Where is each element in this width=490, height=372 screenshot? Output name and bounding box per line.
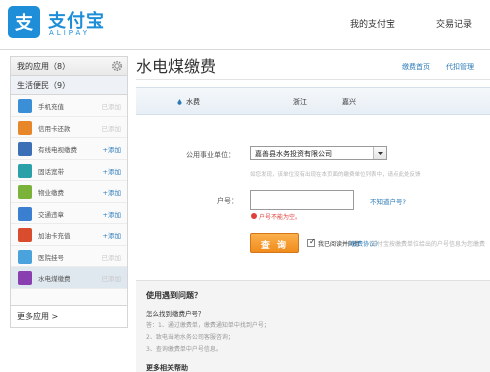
bill-type-selector[interactable]: 水费: [186, 97, 200, 107]
added-status: 已添加: [101, 124, 122, 133]
dropdown-arrow[interactable]: [373, 147, 386, 159]
sidebar-item-label: 固话宽带: [38, 167, 64, 176]
sidebar-item-cable-tv[interactable]: 有线电视缴费 +添加: [11, 138, 127, 160]
page-title: 水电煤缴费: [136, 57, 217, 76]
company-select[interactable]: 嘉善县水务投资有限公司: [250, 146, 387, 160]
sidebar-my-apps-header[interactable]: 我的应用（8）: [11, 57, 127, 76]
sidebar-item-property[interactable]: 物业缴费 +添加: [11, 181, 127, 203]
sidebar-item-fuel-card[interactable]: 加油卡充值 +添加: [11, 224, 127, 246]
unknown-account-link[interactable]: 不知道户号?: [370, 196, 406, 206]
svg-text:支: 支: [14, 12, 34, 34]
faq-panel: 使用遇到问题？ 怎么找到缴费户号？ 答：1、通过缴费单，缴费通知单中找到户号； …: [136, 280, 490, 372]
sidebar-item-hospital[interactable]: 医院挂号 已添加: [11, 246, 127, 267]
added-status: 已添加: [101, 103, 122, 111]
region-selector-bar: 水费 浙江 嘉兴: [136, 87, 490, 115]
account-error: 户号不能为空。: [259, 214, 302, 221]
property-icon: [18, 185, 32, 199]
fuel-card-icon: [18, 228, 32, 242]
sidebar-item-label: 医院挂号: [38, 253, 64, 262]
water-drop-icon: [177, 99, 182, 105]
more-help-link[interactable]: 更多相关帮助: [146, 363, 188, 372]
phone-icon: [18, 99, 32, 113]
sidebar-item-credit-card[interactable]: 信用卡还款 已添加: [11, 117, 127, 138]
sidebar-life-services-header[interactable]: 生活便民（9）: [11, 76, 127, 95]
title-divider: [136, 79, 490, 80]
nav-my-alipay[interactable]: 我的支付宝: [350, 17, 395, 30]
utility-icon: [18, 271, 32, 285]
sidebar-item-label: 手机充值: [38, 103, 64, 111]
faq-answer: 答：1、通过缴费单，缴费通知单中找到户号；: [146, 322, 270, 329]
query-button[interactable]: 查 询: [250, 233, 299, 253]
agreement-hint: 支付宝按缴费单位给出的户号信息为您缴费: [371, 241, 486, 248]
sidebar: 我的应用（8） 生活便民（9） 手机充值 已添加 信用卡还款 已添加 有线电视缴…: [10, 56, 128, 328]
add-app-link[interactable]: +添加: [103, 187, 121, 197]
added-status: 已添加: [101, 275, 122, 283]
add-app-link[interactable]: +添加: [103, 166, 121, 176]
agree-checkbox[interactable]: ✓: [307, 237, 316, 247]
more-apps-link[interactable]: 更多应用 >: [17, 311, 58, 322]
gear-icon[interactable]: [111, 60, 123, 72]
added-status: 已添加: [101, 253, 122, 262]
tv-icon: [18, 142, 32, 156]
broadband-icon: [18, 163, 32, 178]
more-apps-bar: 更多应用 >: [11, 305, 127, 327]
company-hint: 如您发现，该单位没有出现在本页面的缴费单位列表中，请点此处反馈: [250, 172, 421, 178]
faq-answer: 3、查询缴费单中户号信息。: [146, 346, 222, 353]
top-header: 支 支付宝 ALIPAY 我的支付宝 交易记录: [0, 0, 490, 50]
auto-debit-link[interactable]: 代扣管理: [446, 62, 474, 72]
hospital-icon: [18, 249, 32, 264]
check-icon: ✓: [309, 237, 316, 246]
sidebar-item-utility[interactable]: 水电煤缴费 已添加: [11, 267, 127, 289]
sidebar-item-label: 水电煤缴费: [38, 275, 71, 283]
sidebar-item-traffic[interactable]: 交通违章 +添加: [11, 203, 127, 224]
faq-answer: 2、致电当地水务公司客服咨询；: [146, 334, 234, 341]
company-select-value: 嘉善县水务投资有限公司: [255, 150, 332, 158]
sidebar-item-phone-topup[interactable]: 手机充值 已添加: [11, 95, 127, 117]
company-label: 公用事业单位：: [186, 151, 235, 159]
error-icon: [251, 213, 257, 219]
traffic-icon: [18, 206, 32, 221]
add-app-link[interactable]: +添加: [103, 230, 121, 240]
sidebar-item-broadband[interactable]: 固话宽带 +添加: [11, 160, 127, 181]
credit-card-icon: [18, 120, 32, 135]
sidebar-item-label: 有线电视缴费: [38, 146, 77, 154]
alipay-logo[interactable]: 支 支付宝 ALIPAY: [8, 6, 118, 40]
chevron-down-icon: [378, 152, 383, 155]
account-input[interactable]: [250, 190, 354, 210]
faq-title: 使用遇到问题？: [146, 291, 202, 300]
province-selector[interactable]: 浙江: [293, 97, 307, 107]
add-app-link[interactable]: +添加: [103, 209, 121, 219]
city-selector[interactable]: 嘉兴: [342, 97, 356, 107]
nav-transactions[interactable]: 交易记录: [436, 17, 472, 30]
sidebar-item-label: 交通违章: [38, 210, 64, 219]
query-button-label: 查 询: [260, 241, 289, 251]
faq-question: 怎么找到缴费户号？: [146, 310, 205, 318]
alipay-logo-icon: 支: [8, 6, 40, 38]
sidebar-item-label: 加油卡充值: [38, 232, 71, 240]
account-label: 户号：: [217, 197, 238, 205]
life-services-label: 生活便民（9）: [17, 81, 71, 90]
brand-name-en: ALIPAY: [49, 29, 91, 37]
sidebar-item-label: 信用卡还款: [38, 124, 71, 133]
add-app-link[interactable]: +添加: [103, 144, 121, 154]
payment-home-link[interactable]: 缴费首页: [402, 62, 430, 72]
my-apps-label: 我的应用（8）: [17, 62, 71, 71]
sidebar-item-label: 物业缴费: [38, 189, 64, 197]
